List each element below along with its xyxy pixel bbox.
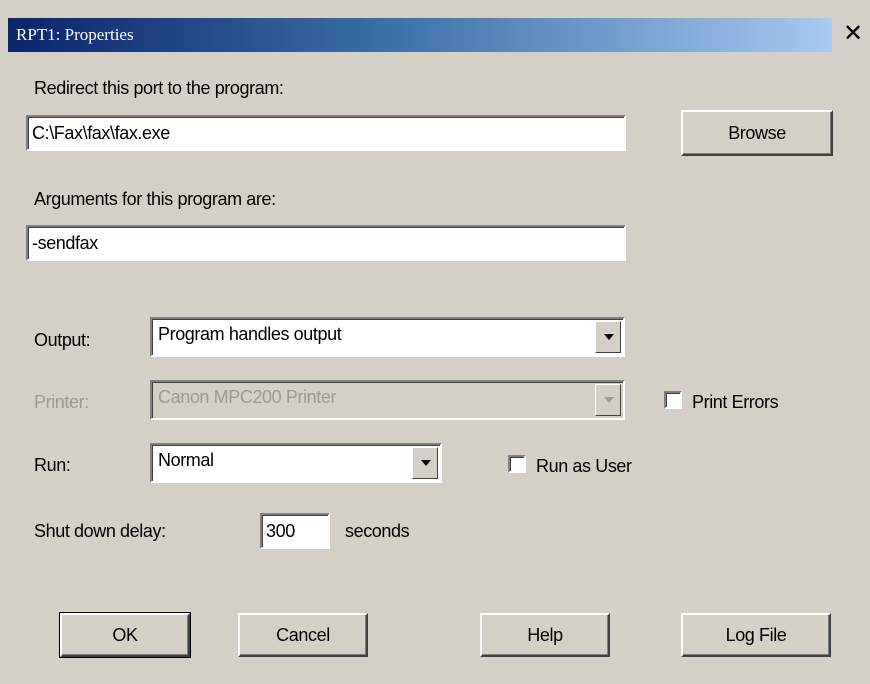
- arguments-label: Arguments for this program are:: [34, 189, 276, 209]
- run-dropdown-button[interactable]: [412, 447, 438, 479]
- close-icon[interactable]: ✕: [840, 20, 866, 48]
- help-button[interactable]: Help: [480, 613, 610, 657]
- chevron-down-icon: [421, 460, 431, 466]
- print-errors-label[interactable]: Print Errors: [692, 392, 779, 413]
- redirect-label: Redirect this port to the program:: [34, 78, 284, 98]
- shutdown-delay-input[interactable]: 300: [260, 513, 330, 549]
- printer-select: Canon MPC200 Printer: [150, 380, 625, 420]
- title-bar[interactable]: RPT1: Properties: [8, 18, 832, 52]
- printer-selected-value: Canon MPC200 Printer: [158, 387, 337, 407]
- chevron-down-icon: [604, 397, 614, 403]
- output-label: Output:: [34, 330, 91, 350]
- browse-button[interactable]: Browse: [681, 110, 833, 156]
- run-as-user-label[interactable]: Run as User: [536, 456, 632, 477]
- output-dropdown-button[interactable]: [595, 321, 621, 353]
- cancel-button[interactable]: Cancel: [238, 613, 368, 657]
- chevron-down-icon: [604, 334, 614, 340]
- ok-button[interactable]: OK: [59, 612, 191, 658]
- run-as-user-checkbox[interactable]: [508, 455, 526, 473]
- program-path-input[interactable]: C:\Fax\fax\fax.exe: [26, 115, 626, 151]
- window-title: RPT1: Properties: [16, 25, 134, 44]
- run-label: Run:: [34, 455, 71, 475]
- run-selected-value: Normal: [158, 450, 214, 470]
- log-file-button[interactable]: Log File: [681, 613, 831, 657]
- run-select[interactable]: Normal: [150, 443, 442, 483]
- arguments-input[interactable]: -sendfax: [26, 225, 626, 261]
- printer-dropdown-button: [595, 384, 621, 416]
- shutdown-delay-label: Shut down delay:: [34, 521, 166, 541]
- print-errors-checkbox[interactable]: [664, 391, 682, 409]
- output-selected-value: Program handles output: [158, 324, 342, 344]
- output-select[interactable]: Program handles output: [150, 317, 625, 357]
- seconds-label: seconds: [345, 521, 410, 541]
- printer-label: Printer:: [34, 392, 89, 412]
